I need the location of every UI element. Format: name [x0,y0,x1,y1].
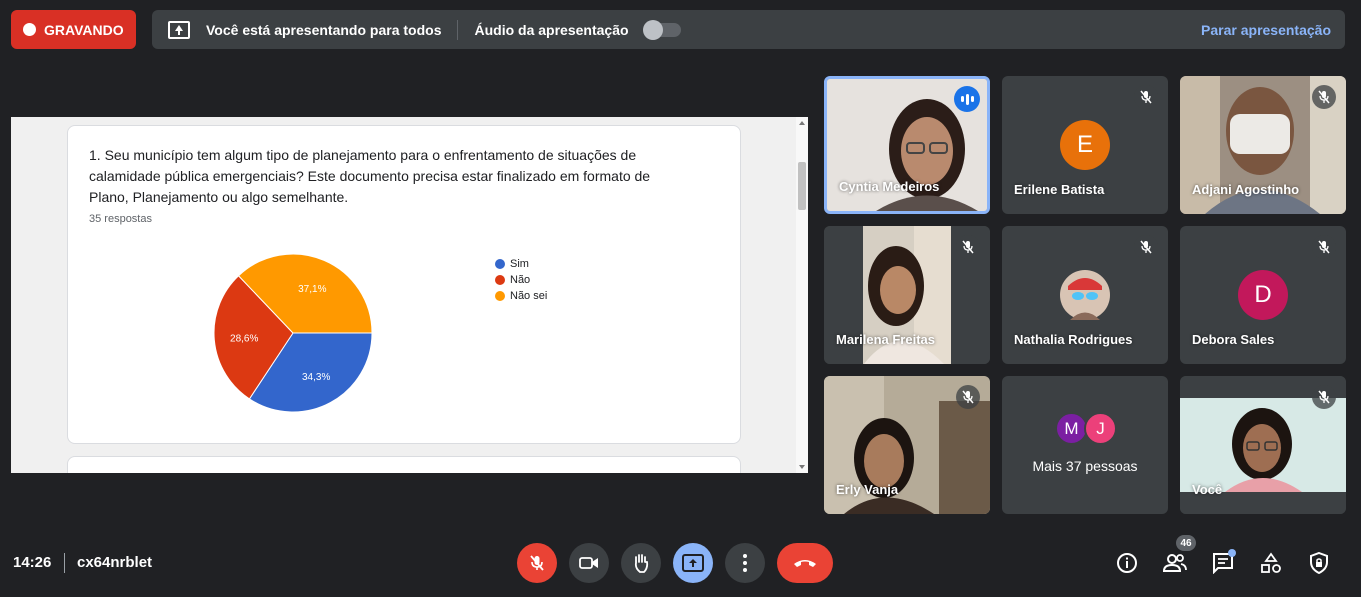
mic-off-icon [1312,235,1336,259]
participant-tile[interactable]: D Debora Sales [1180,226,1346,364]
scroll-thumb[interactable] [798,162,806,210]
legend-item: Não [495,272,547,288]
present-screen-icon [682,554,704,572]
participant-name: Marilena Freitas [836,332,935,347]
mic-off-icon [956,385,980,409]
legend-label: Sim [510,258,529,270]
activities-button[interactable] [1259,551,1283,575]
question-text: 1. Seu município tem algum tipo de plane… [89,147,651,205]
pie-data-label: 34,3% [302,372,330,383]
more-vert-icon [743,554,747,572]
people-button[interactable] [1163,551,1187,575]
leave-call-button[interactable] [777,543,833,583]
recording-label: GRAVANDO [44,21,124,38]
response-count: 35 respostas [89,213,152,225]
mic-off-icon [1312,85,1336,109]
mic-off-icon [530,555,544,571]
more-people-label: Mais 37 pessoas [1032,458,1138,474]
meeting-code: cx64nrblet [77,554,153,571]
raise-hand-button[interactable] [621,543,661,583]
hand-icon [634,554,649,573]
participant-tile[interactable]: Marilena Freitas [824,226,990,364]
chart-legend: Sim Não Não sei [495,256,547,304]
participant-tile[interactable]: Adjani Agostinho [1180,76,1346,214]
host-controls-button[interactable] [1307,551,1331,575]
present-screen-icon [168,20,190,39]
recording-indicator[interactable]: GRAVANDO [11,10,136,49]
chat-notification-dot [1228,549,1236,557]
recording-dot-icon [23,23,36,36]
participant-name: Você [1192,482,1223,497]
meeting-time: 14:26 [13,554,52,571]
participant-tile[interactable]: Nathalia Rodrigues [1002,226,1168,364]
shield-lock-icon [1310,552,1328,574]
scroll-up-icon[interactable] [799,121,805,125]
divider [457,19,459,40]
avatar: E [1060,120,1110,170]
presentation-audio-label: Áudio da apresentação [474,21,629,38]
legend-item: Sim [495,256,547,272]
more-avatars: M J [1055,412,1117,445]
legend-swatch [495,259,505,269]
participant-name: Erilene Batista [1014,182,1105,197]
present-now-button[interactable] [673,543,713,583]
more-options-button[interactable] [725,543,765,583]
profile-photo [1060,270,1110,320]
activities-icon [1261,552,1281,573]
next-question-card [67,456,741,473]
scroll-down-icon[interactable] [799,465,805,469]
pie-data-label: 37,1% [298,284,326,295]
presentation-bar: Você está apresentando para todos Áudio … [152,10,1345,49]
participant-tile[interactable]: Erly Vanja [824,376,990,514]
speaking-indicator-icon [954,86,980,112]
info-icon [1117,553,1137,573]
pie-chart: 34,3% 28,6% 37,1% [213,253,373,413]
participant-count-badge: 46 [1176,535,1196,551]
mic-toggle-button[interactable] [517,543,557,583]
people-icon [1163,554,1187,572]
participant-name: Erly Vanja [836,482,899,497]
meeting-details-button[interactable] [1115,551,1139,575]
more-participants-tile[interactable]: M J Mais 37 pessoas [1002,376,1168,514]
legend-item: Não sei [495,288,547,304]
question-card: 1. Seu município tem algum tipo de plane… [67,125,741,444]
pie-data-label: 28,6% [230,333,258,344]
participant-name: Cyntia Medeiros [839,179,940,194]
participant-name: Debora Sales [1192,332,1275,347]
shared-screen: 1. Seu município tem algum tipo de plane… [11,117,808,473]
legend-label: Não sei [510,290,548,302]
avatar: D [1238,270,1288,320]
mic-off-icon [956,235,980,259]
mic-off-icon [1312,385,1336,409]
scrollbar[interactable] [796,117,808,473]
camera-icon [579,557,598,569]
participant-tile[interactable]: Cyntia Medeiros [824,76,990,214]
mic-off-icon [1134,85,1158,109]
mic-off-icon [1134,235,1158,259]
legend-swatch [495,275,505,285]
participant-name: Adjani Agostinho [1192,182,1300,197]
toggle-knob [642,19,663,40]
camera-toggle-button[interactable] [569,543,609,583]
avatar: J [1084,412,1117,445]
participant-name: Nathalia Rodrigues [1014,332,1133,347]
divider [64,553,65,573]
stop-presentation-button[interactable]: Parar apresentação [1201,22,1331,38]
presentation-audio-toggle[interactable] [642,19,681,40]
hang-up-icon [794,560,816,567]
legend-label: Não [510,274,531,286]
participant-tile[interactable]: E Erilene Batista [1002,76,1168,214]
presenting-status: Você está apresentando para todos [206,21,442,38]
legend-swatch [495,291,505,301]
self-tile[interactable]: Você [1180,376,1346,514]
